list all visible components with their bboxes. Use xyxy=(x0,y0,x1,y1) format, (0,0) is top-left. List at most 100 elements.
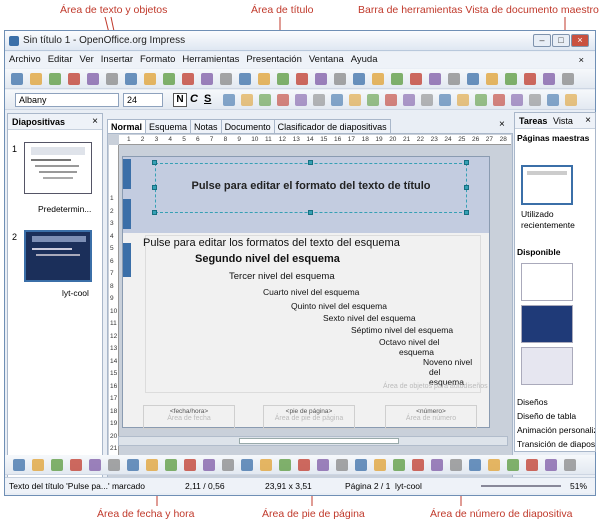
tab-notas[interactable]: Notas xyxy=(190,119,222,134)
tab-normal[interactable]: Normal xyxy=(107,119,147,134)
toolbar-icon[interactable] xyxy=(393,459,405,471)
toolbar-icon[interactable] xyxy=(374,459,386,471)
title-placeholder[interactable]: Pulse para editar el formato del texto d… xyxy=(155,163,467,213)
task-diseno-tabla[interactable]: Diseño de tabla xyxy=(517,411,576,421)
toolbar-icon[interactable] xyxy=(222,459,234,471)
slide-thumbnail-2[interactable] xyxy=(24,230,92,282)
toolbar-icon[interactable] xyxy=(448,73,460,85)
toolbar-icon[interactable] xyxy=(184,459,196,471)
toolbar-icon[interactable] xyxy=(258,73,270,85)
toolbar-icon[interactable] xyxy=(144,73,156,85)
toolbar-icon[interactable] xyxy=(13,459,25,471)
toolbar-icon[interactable] xyxy=(220,73,232,85)
menu-presentacion[interactable]: Presentación xyxy=(242,52,304,65)
format-icon[interactable] xyxy=(349,94,361,106)
zoom-slider[interactable] xyxy=(481,485,561,487)
menu-archivo[interactable]: Archivo xyxy=(5,52,44,65)
tasks-view-menu[interactable]: Vista xyxy=(553,116,573,126)
toolbar-icon[interactable] xyxy=(526,459,538,471)
toolbar-icon[interactable] xyxy=(146,459,158,471)
underline-button[interactable]: S xyxy=(204,93,211,105)
toolbar-icon[interactable] xyxy=(241,459,253,471)
master-thumb-1[interactable] xyxy=(521,263,573,301)
toolbar-icon[interactable] xyxy=(125,73,137,85)
task-disenos[interactable]: Diseños xyxy=(517,397,548,407)
format-icon[interactable] xyxy=(511,94,523,106)
format-icon[interactable] xyxy=(277,94,289,106)
menu-insertar[interactable]: Insertar xyxy=(97,52,136,65)
close-button[interactable]: × xyxy=(571,34,589,47)
toolbar-icon[interactable] xyxy=(562,73,574,85)
toolbar-icon[interactable] xyxy=(30,73,42,85)
task-animacion[interactable]: Animación personalizada xyxy=(517,425,595,435)
format-icon[interactable] xyxy=(403,94,415,106)
toolbar-icon[interactable] xyxy=(239,73,251,85)
toolbar-icon[interactable] xyxy=(182,73,194,85)
format-icon[interactable] xyxy=(241,94,253,106)
horizontal-scrollbar[interactable] xyxy=(118,436,508,446)
close-slides-panel-icon[interactable]: × xyxy=(92,116,98,127)
close-document-icon[interactable]: × xyxy=(574,53,587,66)
menu-ventana[interactable]: Ventana xyxy=(305,52,347,65)
format-icon[interactable] xyxy=(367,94,379,106)
toolbar-icon[interactable] xyxy=(68,73,80,85)
format-icon[interactable] xyxy=(295,94,307,106)
master-thumb-3[interactable] xyxy=(521,347,573,385)
toolbar-icon[interactable] xyxy=(334,73,346,85)
toolbar-icon[interactable] xyxy=(412,459,424,471)
toolbar-icon[interactable] xyxy=(203,459,215,471)
menu-editar[interactable]: Editar xyxy=(44,52,76,65)
toolbar-icon[interactable] xyxy=(201,73,213,85)
toolbar-icon[interactable] xyxy=(355,459,367,471)
toolbar-icon[interactable] xyxy=(505,73,517,85)
toolbar-icon[interactable] xyxy=(49,73,61,85)
toolbar-icon[interactable] xyxy=(467,73,479,85)
format-icon[interactable] xyxy=(223,94,235,106)
format-icon[interactable] xyxy=(493,94,505,106)
toolbar-icon[interactable] xyxy=(429,73,441,85)
minimize-button[interactable]: – xyxy=(533,34,551,47)
toolbar-icon[interactable] xyxy=(165,459,177,471)
format-icon[interactable] xyxy=(529,94,541,106)
format-icon[interactable] xyxy=(457,94,469,106)
menu-formato[interactable]: Formato xyxy=(136,52,178,65)
toolbar-icon[interactable] xyxy=(431,459,443,471)
master-slide[interactable]: Pulse para editar el formato del texto d… xyxy=(122,156,490,429)
toolbar-icon[interactable] xyxy=(87,73,99,85)
toolbar-icon[interactable] xyxy=(543,73,555,85)
toolbar-icon[interactable] xyxy=(524,73,536,85)
format-icon[interactable] xyxy=(331,94,343,106)
maximize-button[interactable]: □ xyxy=(552,34,570,47)
master-pages-header[interactable]: Páginas maestras xyxy=(517,133,589,143)
toolbar-icon[interactable] xyxy=(488,459,500,471)
menu-herramientas[interactable]: Herramientas xyxy=(178,52,242,65)
font-size-box[interactable]: 24 xyxy=(123,93,163,107)
toolbar-icon[interactable] xyxy=(298,459,310,471)
toolbar-icon[interactable] xyxy=(51,459,63,471)
toolbar-icon[interactable] xyxy=(70,459,82,471)
toolbar-icon[interactable] xyxy=(372,73,384,85)
toolbar-icon[interactable] xyxy=(450,459,462,471)
toolbar-icon[interactable] xyxy=(108,459,120,471)
format-icon[interactable] xyxy=(565,94,577,106)
toolbar-icon[interactable] xyxy=(163,73,175,85)
task-transicion[interactable]: Transición de diapositivas xyxy=(517,439,595,449)
format-icon[interactable] xyxy=(439,94,451,106)
toolbar-icon[interactable] xyxy=(391,73,403,85)
toolbar-icon[interactable] xyxy=(260,459,272,471)
menu-ver[interactable]: Ver xyxy=(76,52,97,65)
slide-thumbnail-1[interactable] xyxy=(24,142,92,194)
bold-button[interactable]: N xyxy=(173,93,187,107)
menu-ayuda[interactable]: Ayuda xyxy=(347,52,381,65)
toolbar-icon[interactable] xyxy=(353,73,365,85)
close-view-icon[interactable]: × xyxy=(499,119,505,130)
toolbar-icon[interactable] xyxy=(564,459,576,471)
toolbar-icon[interactable] xyxy=(296,73,308,85)
format-icon[interactable] xyxy=(475,94,487,106)
tab-documento[interactable]: Documento xyxy=(220,119,275,134)
footer-placeholder[interactable]: <pie de página> Área de pie de página xyxy=(263,405,355,429)
toolbar-icon[interactable] xyxy=(336,459,348,471)
toolbar-icon[interactable] xyxy=(507,459,519,471)
format-icon[interactable] xyxy=(547,94,559,106)
toolbar-icon[interactable] xyxy=(11,73,23,85)
